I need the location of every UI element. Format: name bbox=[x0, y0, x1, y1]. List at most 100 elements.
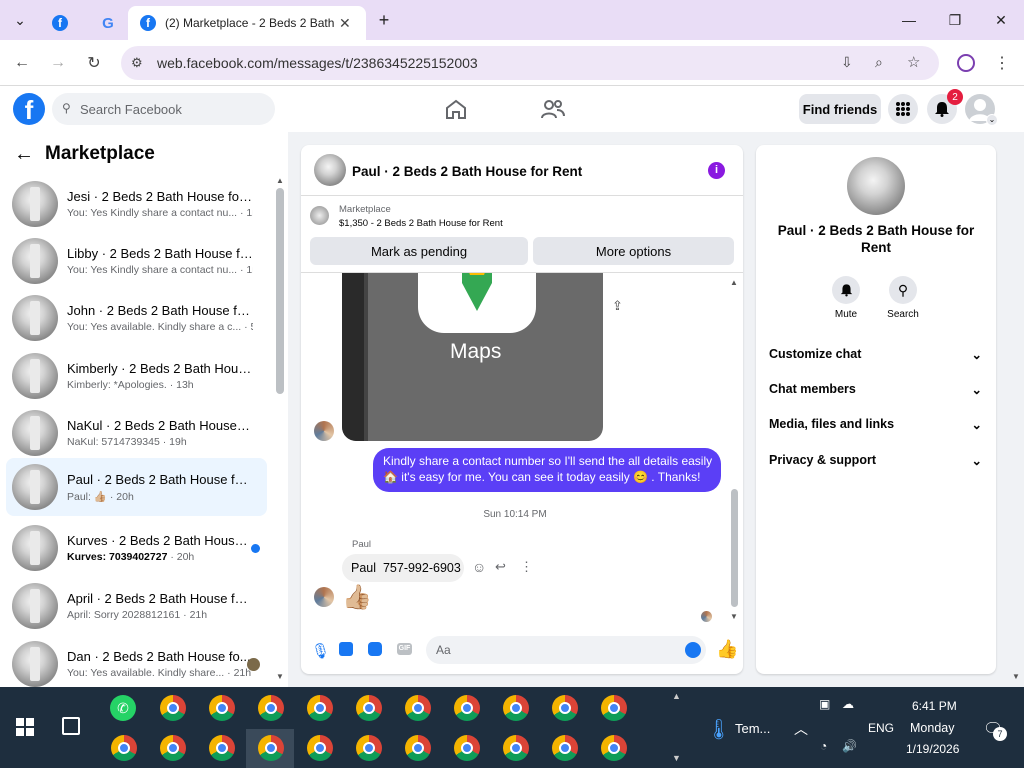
chat-header-title[interactable]: Paul · 2 Beds 2 Bath House for Rent bbox=[352, 164, 582, 179]
share-icon[interactable]: ⇪ bbox=[612, 298, 623, 314]
cloud-icon[interactable]: ☁ bbox=[842, 697, 854, 711]
volume-icon[interactable]: 🔊 bbox=[842, 739, 857, 753]
microphone-icon[interactable]: 🎙 bbox=[311, 642, 330, 660]
conversation-item-unread[interactable]: Kurves · 2 Beds 2 Bath House ... Kurves:… bbox=[6, 520, 267, 576]
conversation-item[interactable]: Dan · 2 Beds 2 Bath House fo... You: Yes… bbox=[6, 636, 267, 692]
incoming-message-bubble[interactable]: Paul 757-992-6903 bbox=[342, 554, 464, 582]
conversation-item[interactable]: April · 2 Beds 2 Bath House for ... Apri… bbox=[6, 578, 267, 634]
account-chevron-icon[interactable]: ⌄ bbox=[986, 114, 998, 126]
back-arrow-icon[interactable]: ← bbox=[14, 143, 34, 166]
chat-info-icon[interactable]: i bbox=[708, 162, 725, 179]
taskbar-scroll-down-icon[interactable]: ▼ bbox=[672, 753, 681, 763]
page-scroll-down-icon[interactable]: ▼ bbox=[1012, 672, 1020, 681]
conversation-item[interactable]: Libby · 2 Beds 2 Bath House for ... You:… bbox=[6, 233, 267, 289]
media-files-links-section[interactable]: Media, files and links ⌄ bbox=[769, 417, 982, 432]
chrome-app-icon[interactable] bbox=[111, 735, 137, 761]
chrome-app-icon[interactable] bbox=[405, 695, 431, 721]
hidden-icons-chevron-icon[interactable]: ︿ bbox=[794, 719, 808, 739]
outgoing-message-bubble[interactable]: Kindly share a contact number so I'll se… bbox=[373, 448, 721, 492]
clock-day[interactable]: Monday bbox=[910, 721, 954, 735]
gif-icon[interactable]: GIF bbox=[397, 643, 412, 655]
whatsapp-icon[interactable]: ✆ bbox=[110, 695, 136, 721]
minimize-icon[interactable]: — bbox=[897, 8, 921, 32]
emoji-picker-icon[interactable] bbox=[685, 642, 701, 658]
sidebar-scrollbar[interactable] bbox=[276, 188, 284, 394]
chat-scroll-up-icon[interactable]: ▲ bbox=[730, 278, 738, 287]
maximize-icon[interactable]: ❐ bbox=[943, 8, 967, 32]
chrome-app-icon[interactable] bbox=[307, 735, 333, 761]
more-options-button[interactable]: More options bbox=[533, 237, 734, 265]
sticker-icon[interactable] bbox=[368, 642, 382, 656]
shared-image[interactable]: Maps bbox=[342, 273, 603, 441]
conversation-item[interactable]: Kimberly · 2 Beds 2 Bath House ... Kimbe… bbox=[6, 348, 267, 404]
tab-marketplace[interactable]: f (2) Marketplace - 2 Beds 2 Bath ✕ bbox=[128, 6, 366, 40]
conversation-item-selected[interactable]: Paul · 2 Beds 2 Bath House for ... Paul:… bbox=[6, 458, 267, 516]
reload-icon[interactable]: ↻ bbox=[82, 51, 106, 75]
zoom-icon[interactable]: ⌕ bbox=[875, 54, 883, 71]
bookmark-star-icon[interactable]: ☆ bbox=[907, 53, 920, 71]
task-view-icon[interactable] bbox=[62, 717, 80, 735]
facebook-search-input[interactable]: ⚲ Search Facebook bbox=[52, 93, 275, 125]
chrome-app-icon[interactable] bbox=[454, 735, 480, 761]
chrome-app-icon[interactable] bbox=[209, 695, 235, 721]
windows-start-icon[interactable] bbox=[16, 718, 34, 736]
menu-grid-icon[interactable] bbox=[888, 94, 918, 124]
like-thumb-icon[interactable]: 👍 bbox=[716, 639, 738, 660]
react-emoji-icon[interactable]: ☺ bbox=[472, 559, 486, 575]
forward-icon[interactable]: → bbox=[46, 51, 70, 75]
home-icon[interactable] bbox=[444, 98, 468, 120]
tab-search-dropdown-icon[interactable]: ⌄ bbox=[8, 8, 32, 32]
browser-menu-icon[interactable]: ⋮ bbox=[990, 51, 1014, 75]
profile-icon[interactable] bbox=[954, 51, 978, 75]
chrome-app-icon[interactable] bbox=[552, 735, 578, 761]
chat-scrollbar[interactable] bbox=[731, 489, 738, 607]
conversation-item[interactable]: Jesi · 2 Beds 2 Bath House for R... You:… bbox=[6, 176, 267, 232]
taskbar-scroll-up-icon[interactable]: ▲ bbox=[672, 691, 681, 701]
chat-avatar[interactable] bbox=[314, 154, 346, 186]
chrome-app-icon[interactable] bbox=[356, 735, 382, 761]
conversation-item[interactable]: NaKul · 2 Beds 2 Bath House for... NaKul… bbox=[6, 405, 267, 461]
language-indicator[interactable]: ENG bbox=[868, 721, 894, 735]
clock-time[interactable]: 6:41 PM bbox=[912, 699, 957, 713]
weather-text[interactable]: Tem... bbox=[735, 721, 770, 736]
chrome-app-icon[interactable] bbox=[454, 695, 480, 721]
address-bar[interactable]: ⚙ web.facebook.com/messages/t/2386345225… bbox=[121, 46, 939, 80]
chrome-app-icon[interactable] bbox=[258, 695, 284, 721]
photo-icon[interactable] bbox=[339, 642, 353, 656]
chat-scroll-down-icon[interactable]: ▼ bbox=[730, 612, 738, 621]
chrome-app-icon[interactable] bbox=[503, 695, 529, 721]
chrome-app-icon[interactable] bbox=[601, 695, 627, 721]
search-conversation-icon[interactable]: ⚲ bbox=[889, 276, 917, 304]
scroll-down-icon[interactable]: ▼ bbox=[276, 672, 284, 681]
reply-icon[interactable]: ↩ bbox=[495, 559, 506, 575]
chrome-app-icon[interactable] bbox=[307, 695, 333, 721]
site-info-icon[interactable]: ⚙ bbox=[131, 55, 143, 71]
chrome-app-icon[interactable] bbox=[160, 735, 186, 761]
back-icon[interactable]: ← bbox=[10, 51, 34, 75]
install-app-icon[interactable]: ⇩ bbox=[841, 54, 853, 71]
mark-as-pending-button[interactable]: Mark as pending bbox=[310, 237, 528, 265]
tab-close-icon[interactable]: ✕ bbox=[339, 15, 351, 32]
chat-members-section[interactable]: Chat members ⌄ bbox=[769, 382, 982, 397]
chrome-app-icon[interactable] bbox=[405, 735, 431, 761]
mute-bell-icon[interactable] bbox=[832, 276, 860, 304]
clock-date[interactable]: 1/19/2026 bbox=[906, 742, 959, 756]
chrome-app-icon[interactable] bbox=[356, 695, 382, 721]
message-more-icon[interactable]: ⋮ bbox=[520, 559, 533, 575]
new-tab-icon[interactable]: + bbox=[372, 8, 396, 32]
close-window-icon[interactable]: ✕ bbox=[989, 8, 1013, 32]
message-input[interactable]: Aa bbox=[426, 636, 706, 664]
tab-facebook-pinned[interactable]: f bbox=[40, 6, 80, 40]
scroll-up-icon[interactable]: ▲ bbox=[276, 176, 284, 185]
friends-icon[interactable] bbox=[540, 98, 566, 120]
listing-detail[interactable]: $1,350 - 2 Beds 2 Bath House for Rent bbox=[339, 218, 503, 229]
wifi-icon[interactable]: ◔ bbox=[820, 739, 827, 753]
conversation-item[interactable]: John · 2 Beds 2 Bath House for ... You: … bbox=[6, 290, 267, 346]
facebook-logo-icon[interactable]: f bbox=[13, 93, 45, 125]
chrome-app-icon[interactable] bbox=[503, 735, 529, 761]
chrome-app-icon[interactable] bbox=[552, 695, 578, 721]
meet-now-icon[interactable]: ▣ bbox=[819, 697, 830, 711]
chrome-app-icon[interactable] bbox=[209, 735, 235, 761]
privacy-support-section[interactable]: Privacy & support ⌄ bbox=[769, 453, 982, 468]
find-friends-button[interactable]: Find friends bbox=[799, 94, 881, 124]
